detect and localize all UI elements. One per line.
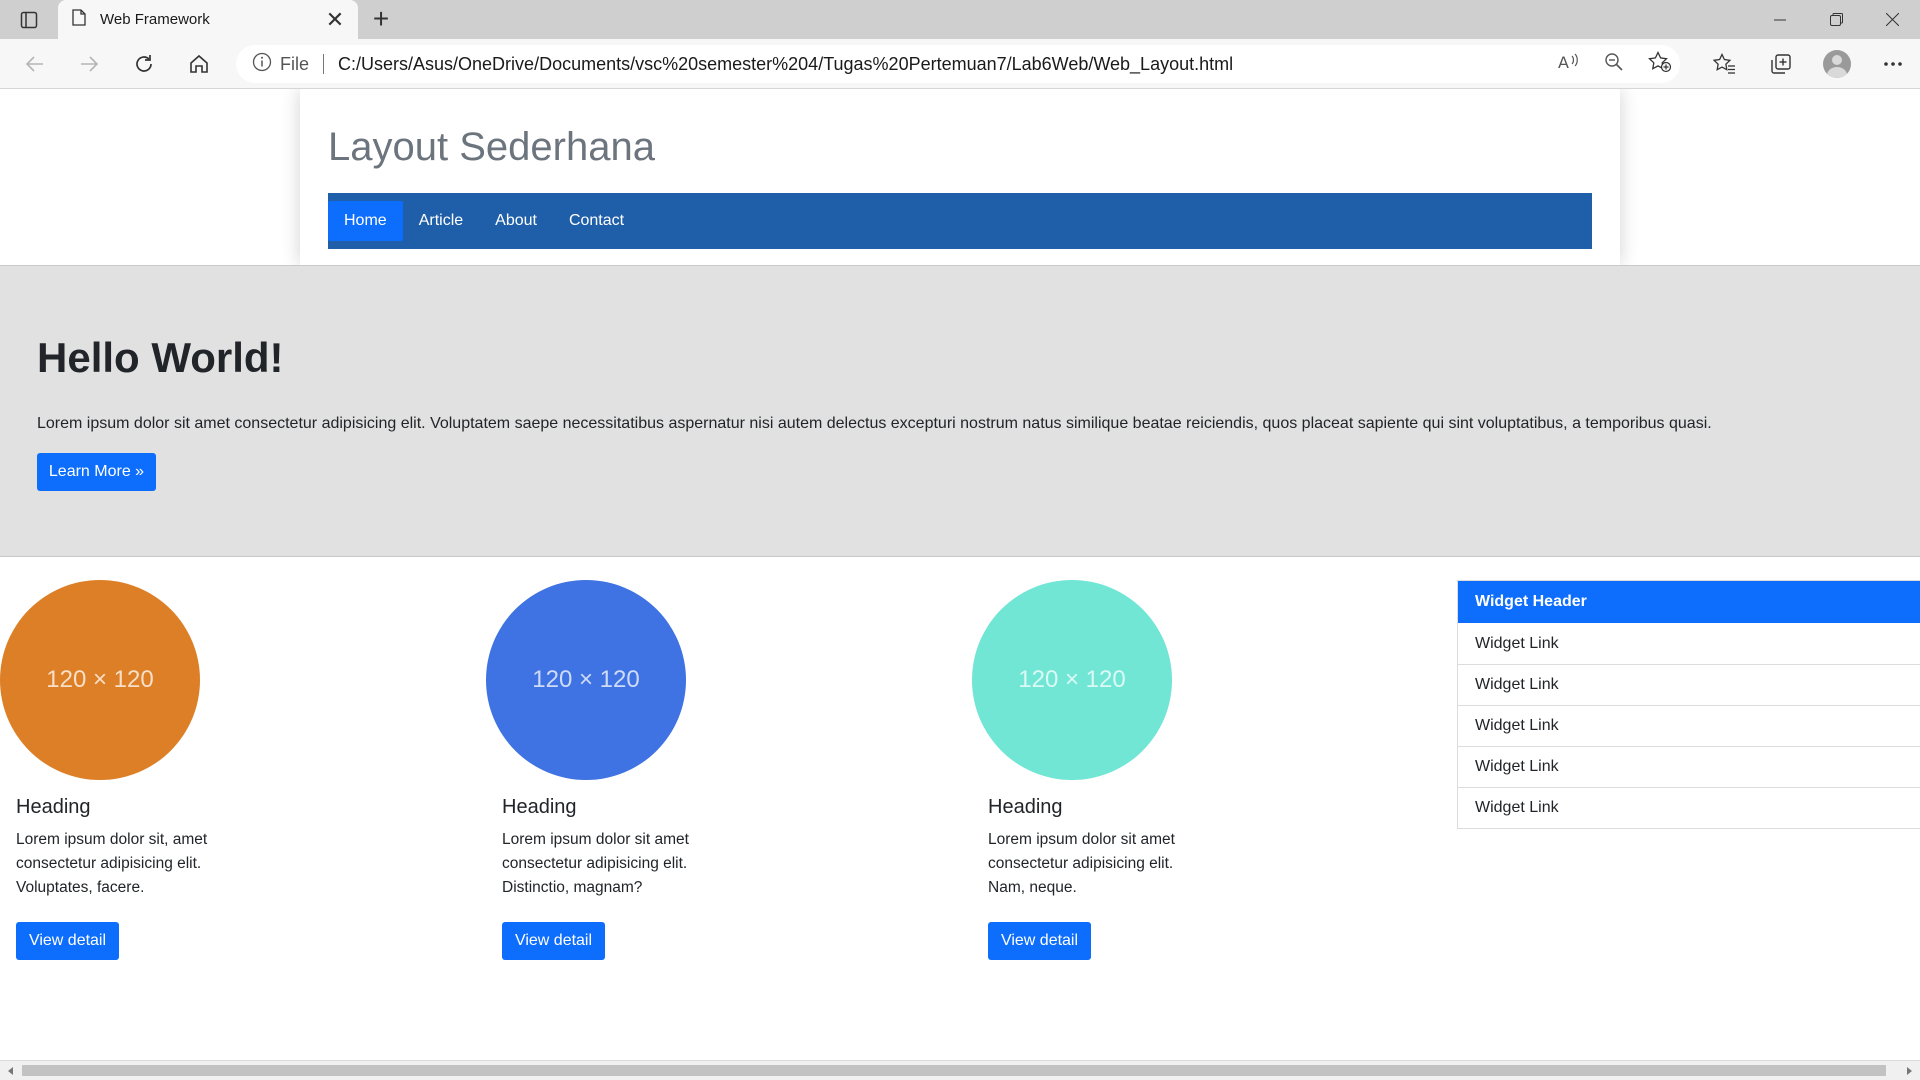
card: 120 × 120 Heading Lorem ipsum dolor sit … [486,580,926,960]
view-detail-button[interactable]: View detail [502,922,605,960]
scroll-left-icon[interactable] [4,1064,18,1078]
new-tab-button[interactable]: + [366,4,396,34]
browser-tab[interactable]: Web Framework ✕ [58,0,358,39]
card: 120 × 120 Heading Lorem ipsum dolor sit … [972,580,1412,960]
more-menu-icon[interactable] [1876,47,1910,81]
url-text[interactable]: C:/Users/Asus/OneDrive/Documents/vsc%20s… [338,54,1233,75]
widget-link[interactable]: Widget Link [1458,746,1920,787]
tab-actions-icon[interactable] [18,9,40,31]
site-info[interactable]: File [252,52,309,77]
zoom-out-icon[interactable] [1604,52,1624,77]
card-image: 120 × 120 [486,580,686,780]
site-title: Layout Sederhana [328,125,655,169]
card-image-label: 120 × 120 [1018,666,1126,693]
view-detail-button[interactable]: View detail [16,922,119,960]
window-controls [1752,0,1920,39]
scrollbar-thumb[interactable] [22,1065,1886,1076]
nav-item-about[interactable]: About [479,201,553,241]
card-image: 120 × 120 [972,580,1172,780]
browser-actions [1708,47,1910,81]
card-text: Lorem ipsum dolor sit amet consectetur a… [988,831,1175,896]
card-image: 120 × 120 [0,580,200,780]
browser-titlebar: Web Framework ✕ + [0,0,1920,39]
forward-arrow-icon[interactable] [74,49,104,79]
nav-item-contact[interactable]: Contact [553,201,640,241]
info-icon [252,52,272,77]
widget-link[interactable]: Widget Link [1458,787,1920,828]
card-heading: Heading [502,796,577,818]
favorites-icon[interactable] [1708,47,1742,81]
restore-icon[interactable] [1808,0,1864,39]
widget-link[interactable]: Widget Link [1458,623,1920,664]
avatar [1823,50,1851,78]
hero-section: Hello World! Lorem ipsum dolor sit amet … [0,265,1920,557]
url-scheme-label: File [280,53,310,74]
url-divider [323,54,325,74]
add-favorite-icon[interactable] [1648,50,1672,78]
nav-item-article[interactable]: Article [403,201,479,241]
view-detail-button[interactable]: View detail [988,922,1091,960]
close-window-icon[interactable] [1864,0,1920,39]
main-navbar: Home Article About Contact [328,193,1592,249]
site-header: Layout Sederhana Home Article About Cont… [300,89,1620,265]
refresh-icon[interactable] [129,49,159,79]
widget-link[interactable]: Widget Link [1458,664,1920,705]
close-tab-icon[interactable]: ✕ [324,8,346,31]
card-text: Lorem ipsum dolor sit amet consectetur a… [502,831,689,896]
address-bar-actions: A [1558,45,1672,83]
read-aloud-icon[interactable]: A [1558,52,1580,77]
widget-link[interactable]: Widget Link [1458,705,1920,746]
card: 120 × 120 Heading Lorem ipsum dolor sit,… [0,580,440,960]
nav-item-home[interactable]: Home [328,201,403,241]
svg-text:A: A [1558,53,1569,72]
hero-text: Lorem ipsum dolor sit amet consectetur a… [37,415,1712,432]
sidebar-widget: Widget Header Widget Link Widget Link Wi… [1457,580,1920,829]
scroll-right-icon[interactable] [1902,1064,1916,1078]
card-heading: Heading [988,796,1063,818]
home-icon[interactable] [184,49,214,79]
page-viewport: Layout Sederhana Home Article About Cont… [0,89,1920,1060]
minimize-icon[interactable] [1752,0,1808,39]
horizontal-scrollbar[interactable] [0,1060,1920,1080]
card-image-label: 120 × 120 [46,666,154,693]
card-image-label: 120 × 120 [532,666,640,693]
hero-title: Hello World! [37,334,284,381]
profile-avatar[interactable] [1820,47,1854,81]
tab-title: Web Framework [100,11,210,28]
collections-icon[interactable] [1764,47,1798,81]
card-text: Lorem ipsum dolor sit, amet consectetur … [16,831,208,896]
page-icon [72,8,86,31]
back-arrow-icon[interactable] [20,49,50,79]
widget-header: Widget Header [1458,581,1920,623]
card-heading: Heading [16,796,91,818]
learn-more-button[interactable]: Learn More » [37,453,156,491]
address-bar[interactable]: File C:/Users/Asus/OneDrive/Documents/vs… [236,45,1680,83]
browser-toolbar: File C:/Users/Asus/OneDrive/Documents/vs… [0,39,1920,89]
